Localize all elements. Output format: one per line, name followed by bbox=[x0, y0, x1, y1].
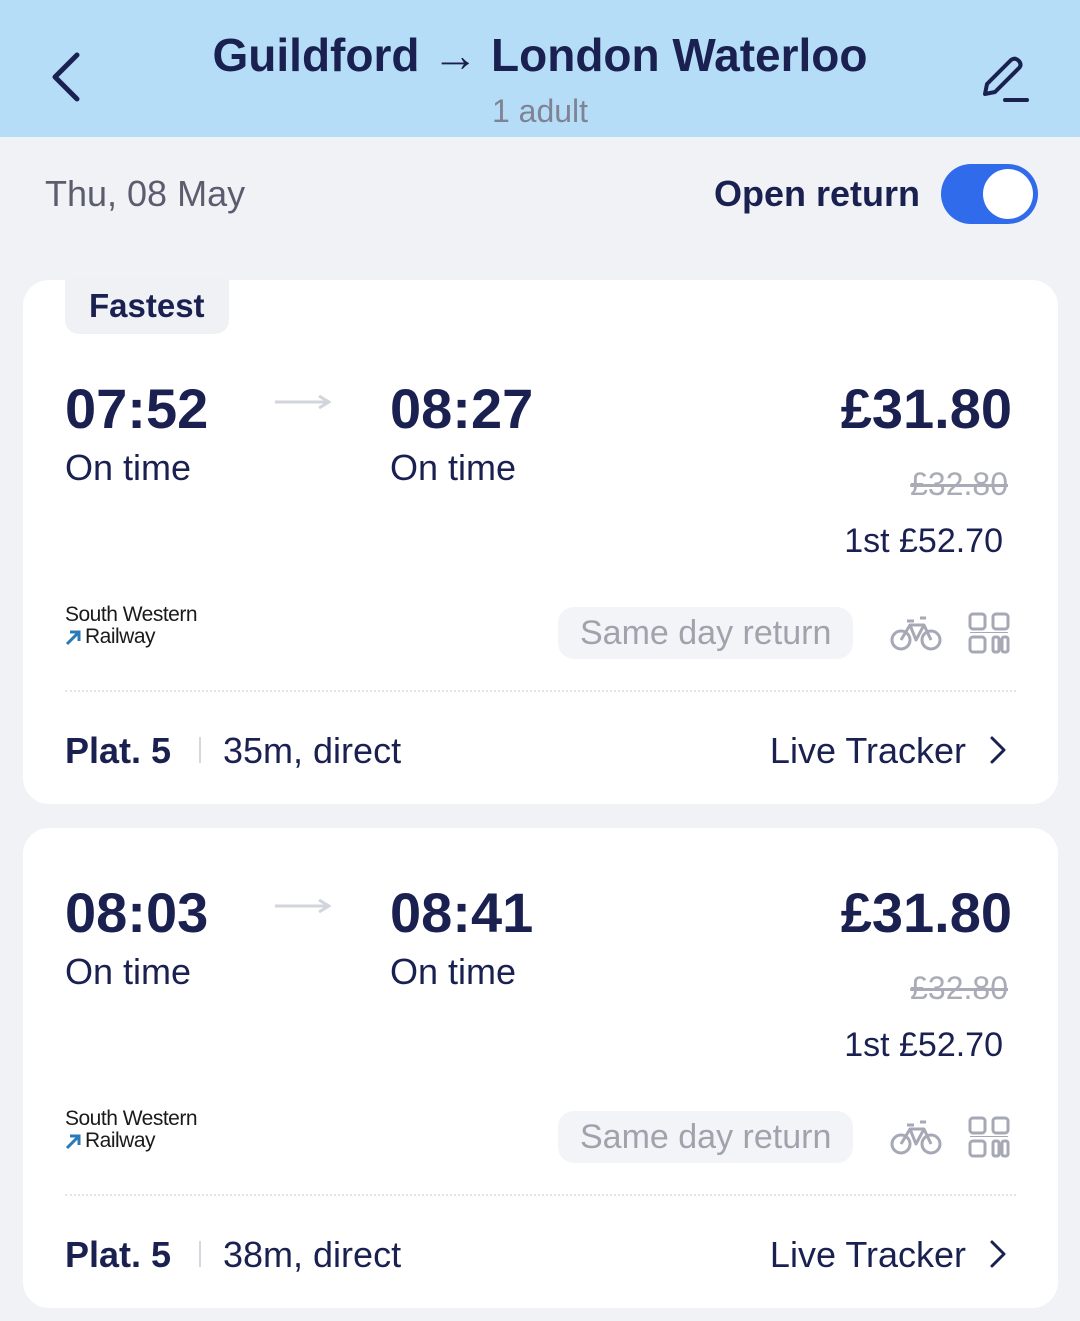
journey-card[interactable]: 08:03 On time 08:41 On time £31.80 £32.8… bbox=[23, 828, 1058, 1308]
qr-code-icon bbox=[968, 612, 1010, 654]
info-separator bbox=[199, 1241, 201, 1267]
journey-duration: 38m, direct bbox=[223, 1234, 402, 1275]
passenger-count: 1 adult bbox=[491, 93, 589, 129]
info-separator bbox=[199, 737, 201, 763]
first-class-price: 1st £52.70 bbox=[844, 1026, 1003, 1064]
original-price: £32.80 bbox=[910, 970, 1008, 1006]
operator-arrow-icon bbox=[65, 1134, 81, 1150]
arrival-time: 08:27 bbox=[390, 377, 534, 440]
bicycle-icon bbox=[890, 616, 942, 651]
travel-date[interactable]: Thu, 08 May bbox=[45, 173, 245, 215]
ticket-type-pill: Same day return bbox=[558, 1111, 854, 1163]
operator-name-line1: South Western bbox=[65, 603, 198, 626]
edit-search-button[interactable] bbox=[968, 46, 1038, 112]
operator-logo: South Western Railway bbox=[65, 603, 225, 653]
fastest-badge: Fastest bbox=[65, 278, 229, 334]
origin-station: Guildford bbox=[212, 29, 420, 81]
toggle-knob bbox=[983, 169, 1033, 219]
operator-name-line2: Railway bbox=[85, 625, 156, 648]
live-tracker-link[interactable]: Live Tracker bbox=[770, 1234, 966, 1276]
standard-price: £31.80 bbox=[840, 377, 1012, 440]
operator-logo: South Western Railway bbox=[65, 1107, 225, 1157]
platform-number: Plat. 5 bbox=[65, 1234, 172, 1275]
live-tracker-link[interactable]: Live Tracker bbox=[770, 730, 966, 772]
operator-arrow-icon bbox=[65, 630, 81, 646]
departure-time: 07:52 bbox=[65, 377, 209, 440]
chevron-right-icon[interactable] bbox=[986, 734, 1010, 766]
arrow-right-icon bbox=[275, 395, 331, 409]
journey-card[interactable]: Fastest 07:52 On time 08:27 On time £31.… bbox=[23, 278, 1058, 804]
standard-price: £31.80 bbox=[840, 881, 1012, 944]
operator-name-line1: South Western bbox=[65, 1107, 198, 1130]
destination-station: London Waterloo bbox=[491, 29, 868, 81]
back-button[interactable] bbox=[36, 42, 96, 112]
departure-status: On time bbox=[65, 447, 192, 488]
route-title: Guildford → London Waterloo bbox=[150, 28, 930, 82]
journey-duration: 35m, direct bbox=[223, 730, 402, 771]
operator-name-line2: Railway bbox=[85, 1129, 156, 1152]
bicycle-icon bbox=[890, 1120, 942, 1155]
route-arrow: → bbox=[432, 29, 479, 81]
departure-time: 08:03 bbox=[65, 881, 209, 944]
back-chevron-icon bbox=[52, 52, 80, 102]
original-price: £32.80 bbox=[910, 466, 1008, 502]
platform-number: Plat. 5 bbox=[65, 730, 172, 771]
open-return-label: Open return bbox=[713, 173, 920, 214]
ticket-type-pill: Same day return bbox=[558, 607, 854, 659]
arrival-status: On time bbox=[390, 447, 517, 488]
arrow-right-icon bbox=[275, 899, 331, 913]
chevron-right-icon[interactable] bbox=[986, 1238, 1010, 1270]
first-class-price: 1st £52.70 bbox=[844, 522, 1003, 560]
card-divider bbox=[65, 690, 1016, 692]
qr-code-icon bbox=[968, 1116, 1010, 1158]
card-divider bbox=[65, 1194, 1016, 1196]
top-header: Guildford → London Waterloo 1 adult bbox=[0, 0, 1080, 137]
arrival-status: On time bbox=[390, 951, 517, 992]
departure-status: On time bbox=[65, 951, 192, 992]
edit-pencil-icon bbox=[983, 56, 1029, 102]
arrival-time: 08:41 bbox=[390, 881, 534, 944]
open-return-toggle[interactable] bbox=[941, 164, 1038, 224]
